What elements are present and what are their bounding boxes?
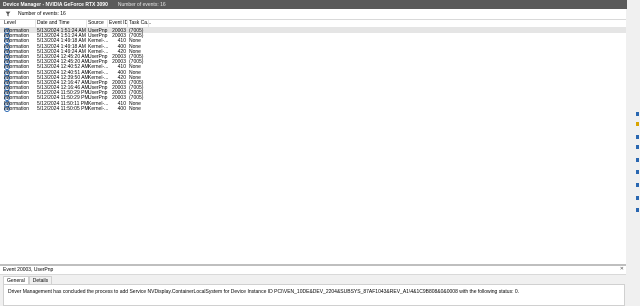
actions-pane-edge [627,0,640,304]
event-level-text: Information [4,105,30,112]
action-icon[interactable] [636,135,639,139]
filter-icon[interactable] [4,10,12,18]
event-rows: i Information 5/13/2024 1:51:24 AM UserPnp 2… [0,28,626,112]
event-source: Kernel-... [88,105,109,112]
column-divider[interactable] [127,20,128,27]
event-list-header: Level Date and Time Source Event ID Task… [0,20,626,28]
window-titlebar: Device Manager - NVIDIA GeForce RTX 3090… [0,0,640,9]
event-detail-header: Event 20003, UserPnp ✕ [0,266,626,275]
close-icon[interactable]: ✕ [617,266,624,272]
column-header-event-id[interactable]: Event ID [109,20,128,26]
action-icon[interactable] [636,145,639,149]
action-icon[interactable] [636,196,639,200]
action-icon[interactable] [636,208,639,212]
window-title: Device Manager - NVIDIA GeForce RTX 3090 [3,1,108,8]
column-divider[interactable] [86,20,87,27]
event-count-label: Number of events: 16 [18,11,66,17]
event-detail-body: Driver Management has concluded the proc… [3,284,625,306]
event-message: Driver Management has concluded the proc… [8,289,520,295]
action-icon[interactable] [636,122,639,126]
event-list: Level Date and Time Source Event ID Task… [0,20,626,264]
column-header-source[interactable]: Source [88,20,104,26]
event-detail-title: Event 20003, UserPnp [3,267,54,273]
action-icon[interactable] [636,183,639,187]
event-id: 400 [117,105,126,112]
event-count-title: Number of events: 16 [117,1,166,8]
column-header-level[interactable]: Level [4,20,16,26]
event-date: 5/12/2024 11:50:05 PM [37,105,89,112]
event-task: None [129,105,141,112]
column-divider[interactable] [107,20,108,27]
column-divider[interactable] [35,20,36,27]
column-divider[interactable] [148,20,149,27]
action-icon[interactable] [636,158,639,162]
action-icon[interactable] [636,170,639,174]
filter-bar: Number of events: 16 [0,9,626,20]
action-icon[interactable] [636,112,639,116]
column-header-date[interactable]: Date and Time [37,20,70,26]
detail-tabs: General Details [3,276,53,285]
event-row[interactable]: i Information 5/12/2024 11:50:05 PM Kernel-… [0,105,626,112]
